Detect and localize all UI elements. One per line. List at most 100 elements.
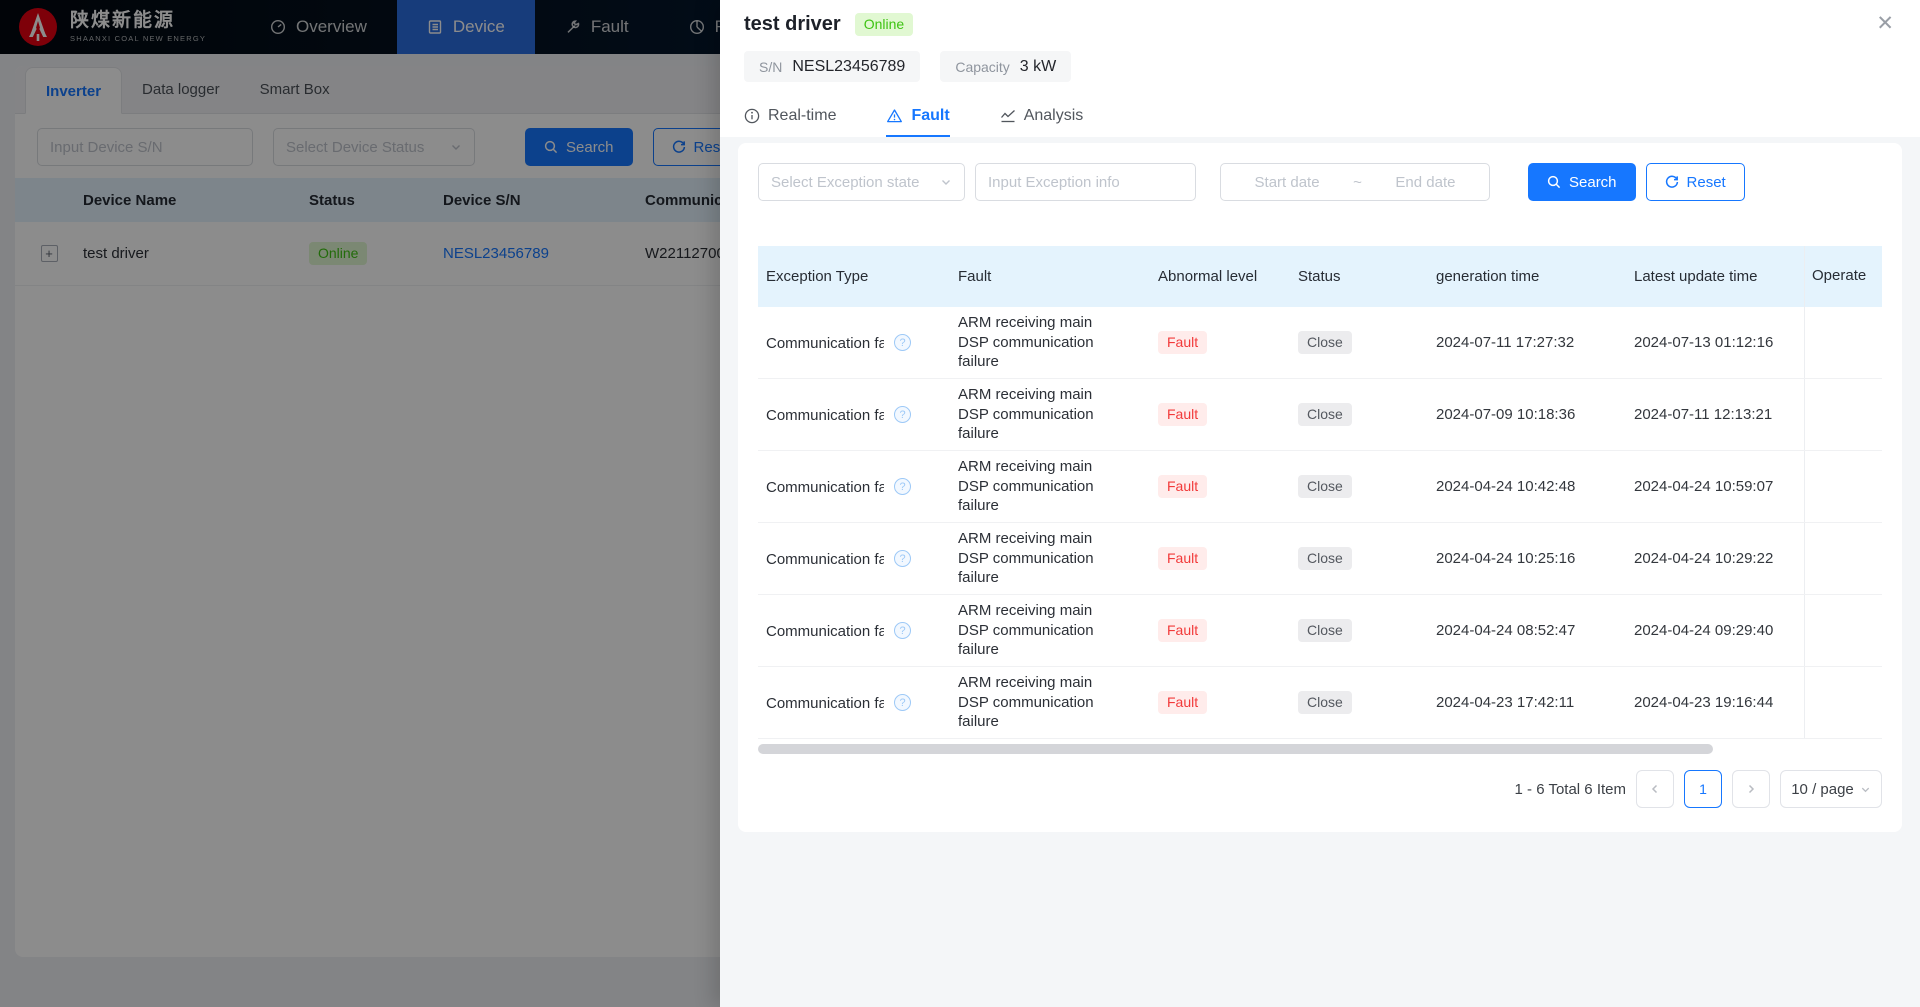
latest-update-time: 2024-04-24 09:29:40 [1634, 622, 1774, 639]
operate-cell [1804, 451, 1868, 522]
abnormal-level-badge: Fault [1158, 547, 1208, 570]
tab-label: Real-time [768, 106, 837, 124]
col-operate: Operate [1804, 246, 1868, 307]
col-latest-update-time: Latest update time [1634, 268, 1758, 285]
exception-info-input[interactable] [975, 163, 1196, 201]
fault-description: ARM receiving main DSP communication fai… [958, 386, 1094, 443]
prev-page-button[interactable] [1636, 770, 1674, 808]
col-status: Status [1298, 268, 1341, 285]
drawer-status-badge: Online [854, 13, 914, 36]
fault-description: ARM receiving main DSP communication fai… [958, 530, 1094, 587]
fault-table: Exception Type Fault Abnormal level Stat… [758, 246, 1882, 754]
reset-icon [1665, 175, 1679, 189]
question-circle-icon[interactable] [894, 406, 911, 423]
latest-update-time: 2024-04-23 19:16:44 [1634, 694, 1774, 711]
status-badge: Close [1298, 403, 1352, 426]
question-circle-icon[interactable] [894, 550, 911, 567]
capacity-chip-label: Capacity [955, 58, 1010, 75]
exception-state-select[interactable]: Select Exception state [758, 163, 965, 201]
generation-time: 2024-04-24 10:42:48 [1436, 478, 1576, 495]
generation-time: 2024-04-24 10:25:16 [1436, 550, 1576, 567]
date-range-separator: ~ [1353, 173, 1362, 191]
fault-description: ARM receiving main DSP communication fai… [958, 458, 1094, 515]
fault-panel: Select Exception state Start date ~ End … [738, 143, 1902, 832]
question-circle-icon[interactable] [894, 478, 911, 495]
tab-label: Analysis [1023, 106, 1084, 124]
abnormal-level-badge: Fault [1158, 475, 1208, 498]
drawer-header: ✕ test driver Online S/N NESL23456789 Ca… [720, 0, 1920, 137]
status-badge: Close [1298, 475, 1352, 498]
abnormal-level-badge: Fault [1158, 619, 1208, 642]
exception-type-text: Communication fai⋯ [766, 622, 884, 640]
fault-reset-button[interactable]: Reset [1645, 163, 1745, 201]
fault-description: ARM receiving main DSP communication fai… [958, 674, 1094, 731]
capacity-chip: Capacity 3 kW [940, 51, 1072, 82]
close-icon[interactable]: ✕ [1876, 13, 1894, 34]
question-circle-icon[interactable] [894, 622, 911, 639]
fault-search-button[interactable]: Search [1528, 163, 1636, 201]
generation-time: 2024-04-23 17:42:11 [1436, 694, 1575, 711]
generation-time: 2024-04-24 08:52:47 [1436, 622, 1576, 639]
col-abnormal-level: Abnormal level [1158, 268, 1258, 285]
abnormal-level-badge: Fault [1158, 403, 1208, 426]
operate-cell [1804, 595, 1868, 666]
drawer-info-chips: S/N NESL23456789 Capacity 3 kW [744, 51, 1896, 82]
line-chart-icon [1000, 108, 1016, 124]
operate-cell [1804, 307, 1868, 378]
fault-table-row: Communication fai⋯ ARM receiving main DS… [758, 595, 1882, 667]
capacity-chip-value: 3 kW [1019, 57, 1057, 75]
tab-analysis[interactable]: Analysis [1000, 96, 1084, 137]
fault-table-header: Exception Type Fault Abnormal level Stat… [758, 246, 1882, 307]
date-range-picker[interactable]: Start date ~ End date [1220, 163, 1490, 201]
drawer-tabs: Real-time Fault Analysis [744, 96, 1896, 137]
pagination-total: 1 - 6 Total 6 Item [1514, 780, 1626, 798]
generation-time: 2024-07-11 17:27:32 [1436, 334, 1575, 351]
scrollbar-thumb[interactable] [758, 744, 1714, 754]
exception-state-placeholder: Select Exception state [771, 173, 920, 191]
question-circle-icon[interactable] [894, 694, 911, 711]
status-badge: Close [1298, 547, 1352, 570]
drawer-title: test driver [744, 13, 841, 35]
fault-table-row: Communication fai⋯ ARM receiving main DS… [758, 667, 1882, 739]
fault-search-label: Search [1569, 173, 1617, 191]
warning-triangle-icon [886, 108, 903, 124]
page-size-value: 10 / page [1791, 780, 1854, 798]
question-circle-icon[interactable] [894, 334, 911, 351]
sn-chip-label: S/N [759, 58, 783, 75]
fault-reset-label: Reset [1686, 173, 1726, 191]
sn-chip: S/N NESL23456789 [744, 51, 921, 82]
tab-fault[interactable]: Fault [886, 96, 950, 137]
operate-cell [1804, 667, 1868, 738]
tab-label: Fault [911, 106, 950, 124]
fault-filter-bar: Select Exception state Start date ~ End … [758, 163, 1882, 201]
page-1-button[interactable]: 1 [1684, 770, 1722, 808]
fault-description: ARM receiving main DSP communication fai… [958, 602, 1094, 659]
abnormal-level-badge: Fault [1158, 691, 1208, 714]
device-detail-drawer: ✕ test driver Online S/N NESL23456789 Ca… [720, 0, 1920, 1007]
col-exception-type: Exception Type [766, 268, 869, 285]
tab-real-time[interactable]: Real-time [744, 96, 836, 137]
next-page-button[interactable] [1732, 770, 1770, 808]
abnormal-level-badge: Fault [1158, 331, 1208, 354]
col-fault: Fault [958, 268, 992, 285]
end-date-placeholder: End date [1395, 173, 1456, 191]
fault-table-row: Communication fai⋯ ARM receiving main DS… [758, 451, 1882, 523]
latest-update-time: 2024-04-24 10:59:07 [1634, 478, 1774, 495]
operate-cell [1804, 523, 1868, 594]
col-generation-time: generation time [1436, 268, 1540, 285]
search-icon [1547, 175, 1561, 189]
page: 陕煤新能源 SHAANXI COAL NEW ENERGY Overview D… [0, 0, 1920, 1007]
page-size-select[interactable]: 10 / page [1780, 770, 1882, 808]
latest-update-time: 2024-07-11 12:13:21 [1634, 406, 1773, 423]
fault-description: ARM receiving main DSP communication fai… [958, 314, 1094, 371]
info-circle-icon [744, 108, 760, 124]
exception-type-text: Communication fai⋯ [766, 406, 884, 424]
fault-table-row: Communication fai⋯ ARM receiving main DS… [758, 307, 1882, 379]
exception-type-text: Communication fai⋯ [766, 478, 884, 496]
drawer-body: Select Exception state Start date ~ End … [720, 137, 1920, 832]
horizontal-scrollbar [758, 744, 1882, 754]
generation-time: 2024-07-09 10:18:36 [1436, 406, 1576, 423]
operate-cell [1804, 379, 1868, 450]
fault-table-row: Communication fai⋯ ARM receiving main DS… [758, 523, 1882, 595]
start-date-placeholder: Start date [1254, 173, 1320, 191]
